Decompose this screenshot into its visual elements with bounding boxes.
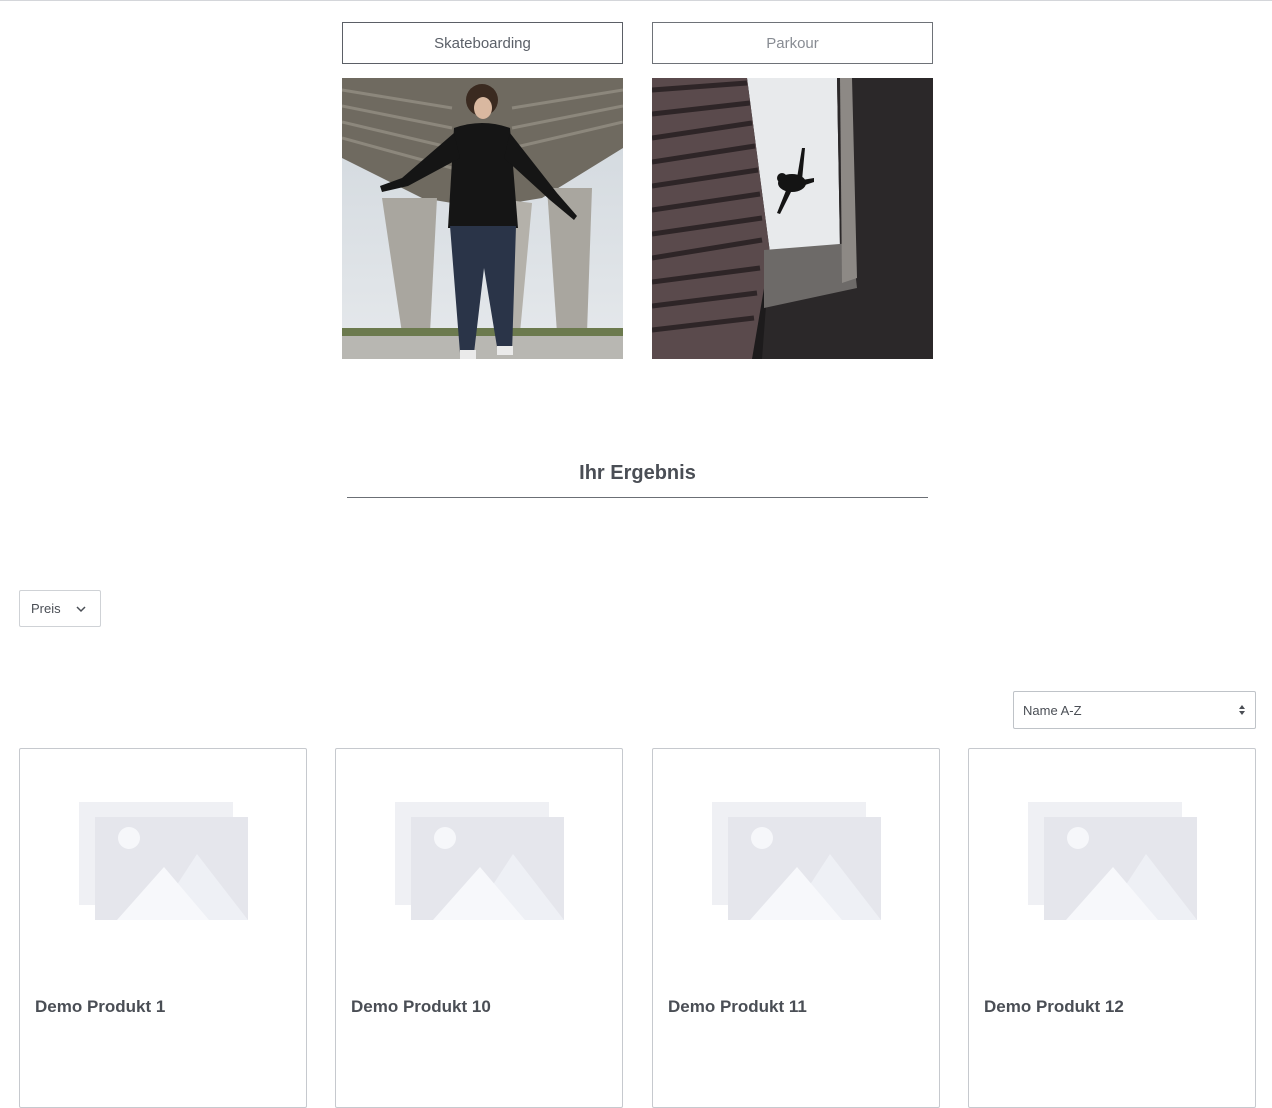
sort-select[interactable]: Name A-Z	[1013, 691, 1256, 729]
results-heading: Ihr Ergebnis	[579, 462, 696, 484]
results-divider	[347, 497, 928, 498]
image-placeholder-icon	[1028, 802, 1198, 927]
top-divider	[0, 0, 1272, 1]
image-placeholder-icon	[395, 802, 565, 927]
product-card[interactable]: Demo Produkt 10	[335, 748, 623, 1108]
category-label: Parkour	[766, 34, 819, 52]
category-button-skateboarding[interactable]: Skateboarding	[342, 22, 623, 64]
parkour-image[interactable]	[652, 78, 933, 359]
chevron-down-icon	[75, 603, 87, 618]
image-placeholder-icon	[79, 802, 249, 927]
product-card[interactable]: Demo Produkt 11	[652, 748, 940, 1108]
price-filter-dropdown[interactable]: Preis	[19, 590, 101, 627]
skateboarding-image[interactable]	[342, 78, 623, 359]
product-card[interactable]: Demo Produkt 12	[968, 748, 1256, 1108]
image-placeholder-icon	[712, 802, 882, 927]
category-button-parkour[interactable]: Parkour	[652, 22, 933, 64]
sort-selected-value: Name A-Z	[1023, 702, 1082, 718]
category-label: Skateboarding	[434, 34, 531, 52]
product-card[interactable]: Demo Produkt 1	[19, 748, 307, 1108]
product-name[interactable]: Demo Produkt 10	[351, 997, 491, 1017]
product-name[interactable]: Demo Produkt 12	[984, 997, 1124, 1017]
price-filter-label: Preis	[31, 601, 61, 616]
product-name[interactable]: Demo Produkt 11	[668, 997, 807, 1017]
product-name[interactable]: Demo Produkt 1	[35, 997, 165, 1017]
sort-arrows-icon	[1238, 704, 1246, 719]
